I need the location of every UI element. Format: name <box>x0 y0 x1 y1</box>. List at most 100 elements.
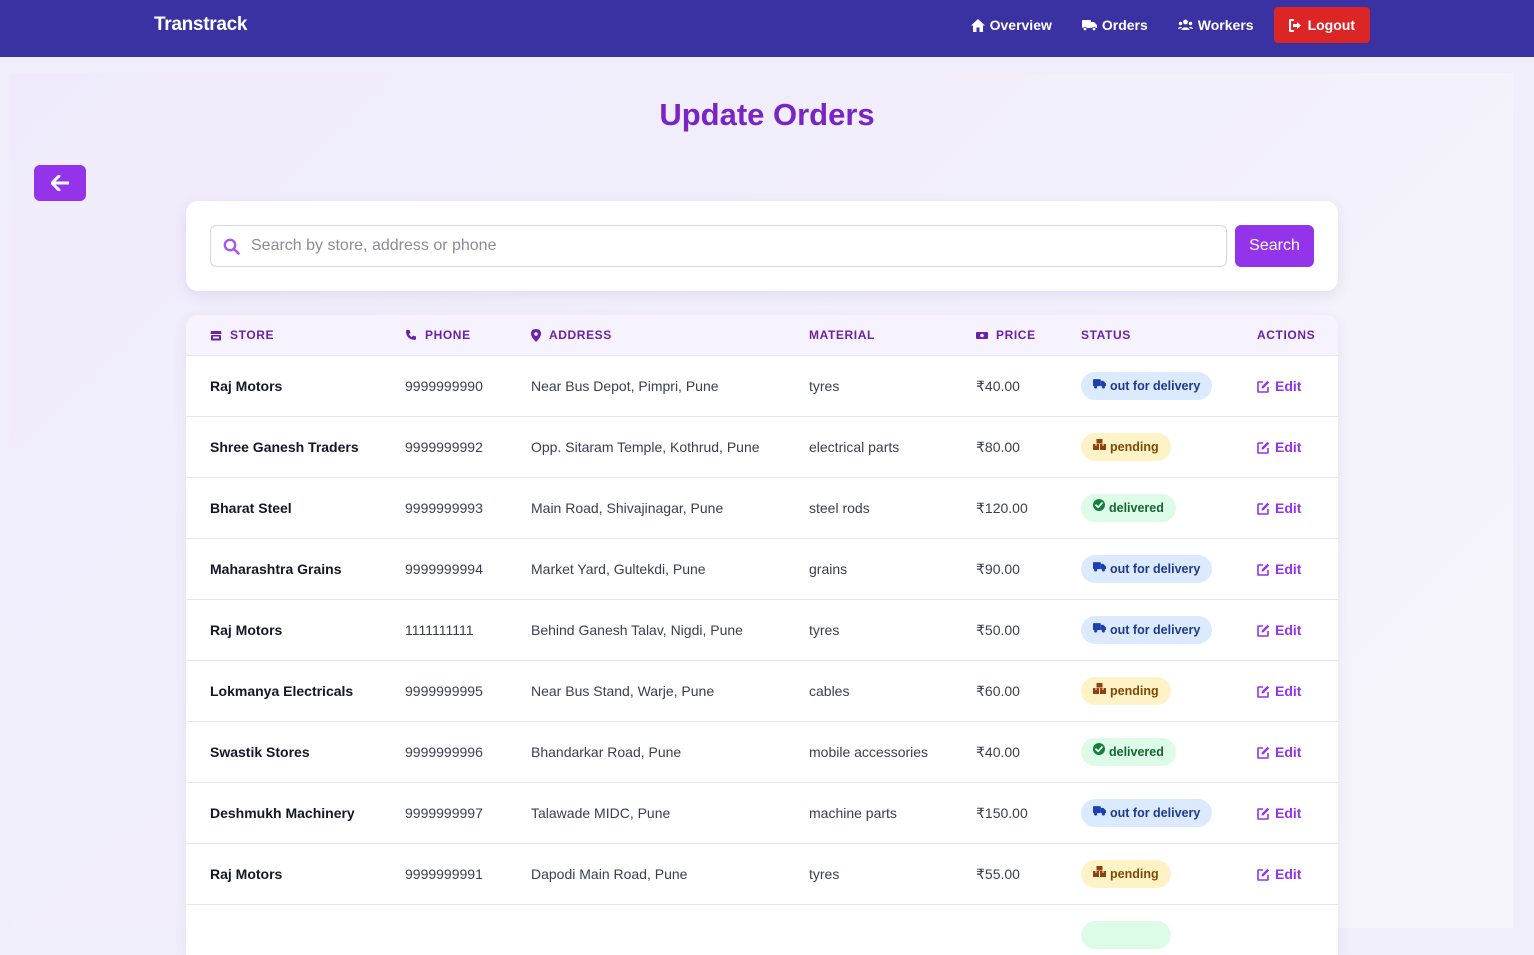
status-label: delivered <box>1109 745 1164 759</box>
material-cell: electrical parts <box>809 439 900 455</box>
boxes-icon <box>1093 865 1106 877</box>
brand-logo[interactable]: Transtrack <box>154 14 247 36</box>
phone-cell: 9999999994 <box>405 561 483 577</box>
edit-label: Edit <box>1275 683 1302 699</box>
price-cell: ₹60.00 <box>976 683 1020 699</box>
boxes-icon <box>1093 438 1106 450</box>
address-cell: Bhandarkar Road, Pune <box>531 744 682 760</box>
back-button[interactable] <box>34 165 86 201</box>
edit-icon <box>1257 746 1270 759</box>
header-phone: PHONE <box>405 328 471 342</box>
material-cell: grains <box>809 561 848 577</box>
truck-icon <box>1093 622 1106 633</box>
phone-cell: 9999999996 <box>405 744 483 760</box>
status-label: out for delivery <box>1110 623 1201 637</box>
edit-label: Edit <box>1275 500 1302 516</box>
edit-button[interactable]: Edit <box>1257 622 1301 638</box>
store-cell: Lokmanya Electricals <box>210 683 354 699</box>
nav-overview-label: Overview <box>989 17 1052 33</box>
arrow-left-icon <box>51 175 69 191</box>
edit-button[interactable]: Edit <box>1257 378 1301 394</box>
store-cell: Maharashtra Grains <box>210 561 342 577</box>
phone-cell: 9999999990 <box>405 378 483 394</box>
address-cell: Opp. Sitaram Temple, Kothrud, Pune <box>531 439 760 455</box>
truck-icon <box>1093 805 1106 816</box>
boxes-icon <box>1093 682 1106 694</box>
edit-button[interactable]: Edit <box>1257 439 1301 455</box>
address-cell: Main Road, Shivajinagar, Pune <box>531 500 724 516</box>
edit-label: Edit <box>1275 622 1302 638</box>
address-cell: Dapodi Main Road, Pune <box>531 866 688 882</box>
store-cell: Raj Motors <box>210 866 283 882</box>
edit-button[interactable]: Edit <box>1257 500 1301 516</box>
status-badge: pending <box>1081 433 1171 461</box>
phone-icon <box>406 330 416 340</box>
price-cell: ₹55.00 <box>976 866 1020 882</box>
status-badge: out for delivery <box>1081 799 1213 827</box>
price-cell: ₹50.00 <box>976 622 1020 638</box>
store-cell: Raj Motors <box>210 378 283 394</box>
truck-icon <box>1093 378 1106 389</box>
store-cell: Deshmukh Machinery <box>210 805 355 821</box>
header-price: PRICE <box>976 328 1036 342</box>
store-cell: Raj Motors <box>210 622 283 638</box>
edit-button[interactable]: Edit <box>1257 683 1301 699</box>
orders-table: STORE PHONE ADDRESS MATERIAL PRICE STATU… <box>186 315 1338 955</box>
check-circle-icon <box>1093 499 1105 511</box>
edit-icon <box>1257 807 1270 820</box>
phone-cell: 9999999991 <box>405 866 483 882</box>
status-badge <box>1081 921 1171 949</box>
material-cell: tyres <box>809 622 840 638</box>
search-button[interactable]: Search <box>1235 225 1314 267</box>
top-navbar: Transtrack Overview Orders Workers Logou… <box>0 0 1534 57</box>
material-cell: cables <box>809 683 850 699</box>
edit-button[interactable]: Edit <box>1257 561 1301 577</box>
home-icon <box>970 18 985 32</box>
map-marker-icon <box>531 328 541 342</box>
phone-cell: 9999999993 <box>405 500 483 516</box>
store-icon <box>210 330 222 340</box>
edit-label: Edit <box>1275 866 1302 882</box>
phone-cell: 9999999995 <box>405 683 483 699</box>
status-label: pending <box>1110 440 1159 454</box>
nav-overview-link[interactable]: Overview <box>970 17 1052 33</box>
phone-cell: 9999999992 <box>405 439 483 455</box>
status-badge: delivered <box>1081 494 1176 522</box>
logout-label: Logout <box>1307 17 1355 33</box>
table-row: Maharashtra Grains 9999999994 Market Yard,… <box>186 539 1338 600</box>
header-material: MATERIAL <box>809 328 875 342</box>
header-store-label: STORE <box>230 328 275 342</box>
table-row: Raj Motors 9999999991 Dapodi Main Road, Pu… <box>186 844 1338 905</box>
material-cell: steel rods <box>809 500 870 516</box>
search-input[interactable] <box>251 226 1211 266</box>
edit-button[interactable]: Edit <box>1257 805 1301 821</box>
phone-cell: 9999999997 <box>405 805 483 821</box>
store-cell: Shree Ganesh Traders <box>210 439 359 455</box>
edit-label: Edit <box>1275 439 1302 455</box>
edit-button[interactable]: Edit <box>1257 744 1301 760</box>
table-header: STORE PHONE ADDRESS MATERIAL PRICE STATU… <box>186 315 1338 356</box>
table-row: Deshmukh Machinery 9999999997 Talawade MID… <box>186 783 1338 844</box>
status-label: out for delivery <box>1110 562 1201 576</box>
table-row: Raj Motors 9999999990 Near Bus Depot, Pimp… <box>186 356 1338 417</box>
search-card: Search <box>186 201 1338 291</box>
header-phone-label: PHONE <box>425 328 471 342</box>
table-row: Raj Motors 1111111111 Behind Ganesh Talav,… <box>186 600 1338 661</box>
edit-icon <box>1257 868 1270 881</box>
edit-button[interactable]: Edit <box>1257 866 1301 882</box>
status-badge: pending <box>1081 860 1171 888</box>
price-cell: ₹40.00 <box>976 744 1020 760</box>
material-cell: machine parts <box>809 805 897 821</box>
material-cell: mobile accessories <box>809 744 929 760</box>
price-cell: ₹150.00 <box>976 805 1028 821</box>
nav-orders-link[interactable]: Orders <box>1081 17 1148 33</box>
nav-workers-link[interactable]: Workers <box>1177 17 1254 33</box>
price-cell: ₹80.00 <box>976 439 1020 455</box>
header-address: ADDRESS <box>531 328 612 342</box>
header-address-label: ADDRESS <box>549 328 612 342</box>
status-badge: out for delivery <box>1081 555 1213 583</box>
logout-button[interactable]: Logout <box>1273 7 1370 43</box>
truck-icon <box>1093 561 1106 572</box>
sign-out-icon <box>1288 18 1301 32</box>
nav-workers-label: Workers <box>1197 17 1254 33</box>
